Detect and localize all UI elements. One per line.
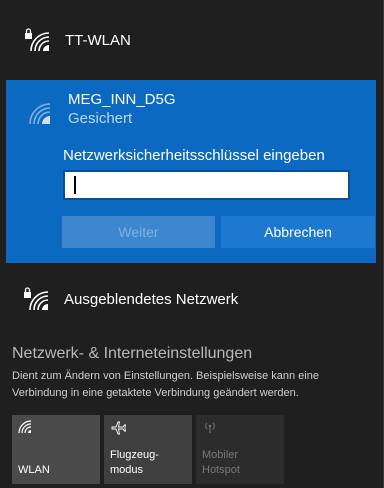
network-flyout: TT-WLAN MEG_INN_D5G Gesichert Netzwerksi… bbox=[0, 0, 384, 488]
hotspot-icon bbox=[202, 420, 278, 436]
network-item-hidden[interactable]: Ausgeblendetes Netzwerk bbox=[0, 263, 383, 335]
airplane-icon bbox=[110, 420, 186, 436]
secured-wifi-icon bbox=[23, 27, 53, 53]
mobile-hotspot-tile[interactable]: Mobiler Hotspot bbox=[196, 415, 284, 484]
airplane-mode-tile[interactable]: Flugzeug- modus bbox=[104, 415, 192, 484]
tile-label: Flugzeug- modus bbox=[110, 449, 159, 476]
security-key-label: Netzwerksicherheitsschlüssel eingeben bbox=[63, 147, 325, 164]
network-name: MEG_INN_D5G bbox=[68, 91, 176, 108]
security-key-input[interactable] bbox=[63, 170, 350, 200]
wifi-signal-icon bbox=[26, 100, 56, 126]
secured-wifi-icon bbox=[22, 286, 52, 312]
wlan-toggle-tile[interactable]: WLAN bbox=[12, 415, 100, 484]
network-settings-link[interactable]: Netzwerk- & Interneteinstellungen bbox=[12, 343, 372, 365]
tile-label: Mobiler Hotspot bbox=[202, 449, 240, 476]
network-settings-description: Dient zum Ändern von Einstellungen. Beis… bbox=[12, 370, 319, 399]
tile-label: WLAN bbox=[18, 464, 50, 476]
network-name: Ausgeblendetes Netzwerk bbox=[64, 290, 239, 308]
network-settings[interactable]: Netzwerk- & Interneteinstellungen Dient … bbox=[12, 343, 372, 402]
network-item-selected[interactable]: MEG_INN_D5G Gesichert Netzwerksicherheit… bbox=[6, 80, 376, 263]
text-caret bbox=[74, 176, 76, 194]
network-item-tt-wlan[interactable]: TT-WLAN bbox=[0, 0, 383, 80]
wifi-icon bbox=[18, 420, 94, 436]
security-status: Gesichert bbox=[68, 110, 133, 127]
quick-actions: WLAN Flugzeug- modus Mobiler Hotspot bbox=[12, 415, 288, 484]
cancel-button[interactable]: Abbrechen bbox=[221, 216, 375, 248]
network-name: TT-WLAN bbox=[65, 31, 131, 49]
next-button[interactable]: Weiter bbox=[62, 216, 215, 248]
selected-network-header: MEG_INN_D5G Gesichert bbox=[26, 90, 176, 128]
